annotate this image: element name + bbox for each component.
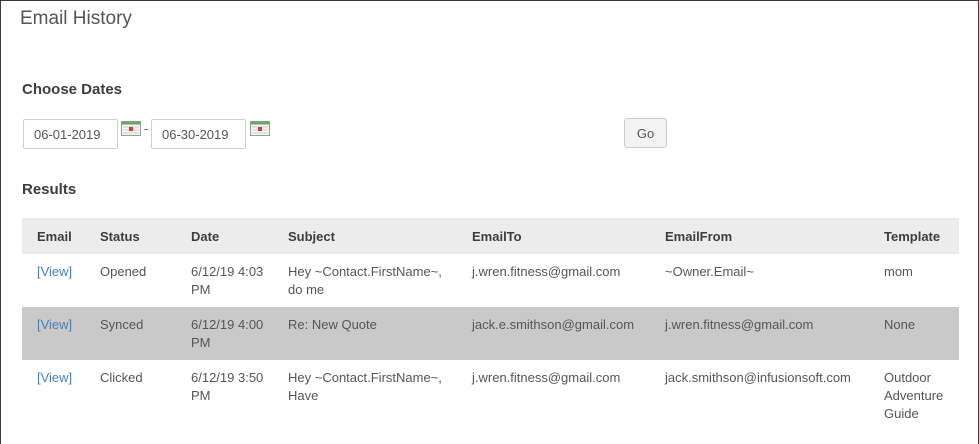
column-header-status[interactable]: Status [85,218,176,254]
subject-cell: Hey ~Contact.FirstName~, do me [288,264,442,297]
template-cell: None [869,307,959,360]
table-row: [View] Synced 6/12/19 4:00 PM Re: New Qu… [22,307,959,360]
status-cell: Synced [85,307,176,360]
column-header-email[interactable]: Email [22,218,85,254]
date-cell: 6/12/19 3:50 PM [191,370,264,403]
date-cell: 6/12/19 4:00 PM [176,307,273,360]
email-from-cell: jack.smithson@infusionsoft.com [665,370,851,385]
view-email-link[interactable]: [View] [37,264,72,279]
email-to-cell: j.wren.fitness@gmail.com [472,264,621,279]
go-button[interactable]: Go [624,118,667,148]
column-header-email-to[interactable]: EmailTo [457,218,650,254]
view-email-link[interactable]: [View] [37,370,72,385]
template-cell: mom [884,264,913,279]
date-separator: - [144,121,149,136]
calendar-icon[interactable] [121,121,141,136]
page-title: Email History [20,8,132,29]
table-row: [View] Opened 6/12/19 4:03 PM Hey ~Conta… [22,254,959,307]
status-cell: Opened [100,264,147,279]
column-header-email-from[interactable]: EmailFrom [650,218,869,254]
view-email-link[interactable]: [View] [37,317,72,332]
results-table: Email Status Date Subject EmailTo EmailF… [22,218,959,431]
email-to-cell: jack.e.smithson@gmail.com [457,307,650,360]
column-header-subject[interactable]: Subject [273,218,457,254]
email-to-cell: j.wren.fitness@gmail.com [472,370,621,385]
column-header-template[interactable]: Template [869,218,959,254]
table-header-row: Email Status Date Subject EmailTo EmailF… [22,218,959,254]
results-heading: Results [22,181,77,198]
email-from-cell: ~Owner.Email~ [665,264,754,279]
calendar-icon[interactable] [250,121,270,136]
start-date-input[interactable] [23,119,118,149]
subject-cell: Re: New Quote [273,307,457,360]
choose-dates-heading: Choose Dates [22,81,123,98]
end-date-input[interactable] [151,119,246,149]
table-row: [View] Clicked 6/12/19 3:50 PM Hey ~Cont… [22,360,959,431]
email-history-panel: Email History Choose Dates - Go Results … [0,0,979,444]
column-header-date[interactable]: Date [176,218,273,254]
template-cell: Outdoor Adventure Guide [884,370,944,421]
date-cell: 6/12/19 4:03 PM [191,264,264,297]
email-from-cell: j.wren.fitness@gmail.com [650,307,869,360]
subject-cell: Hey ~Contact.FirstName~, Have [288,370,442,403]
status-cell: Clicked [100,370,143,385]
